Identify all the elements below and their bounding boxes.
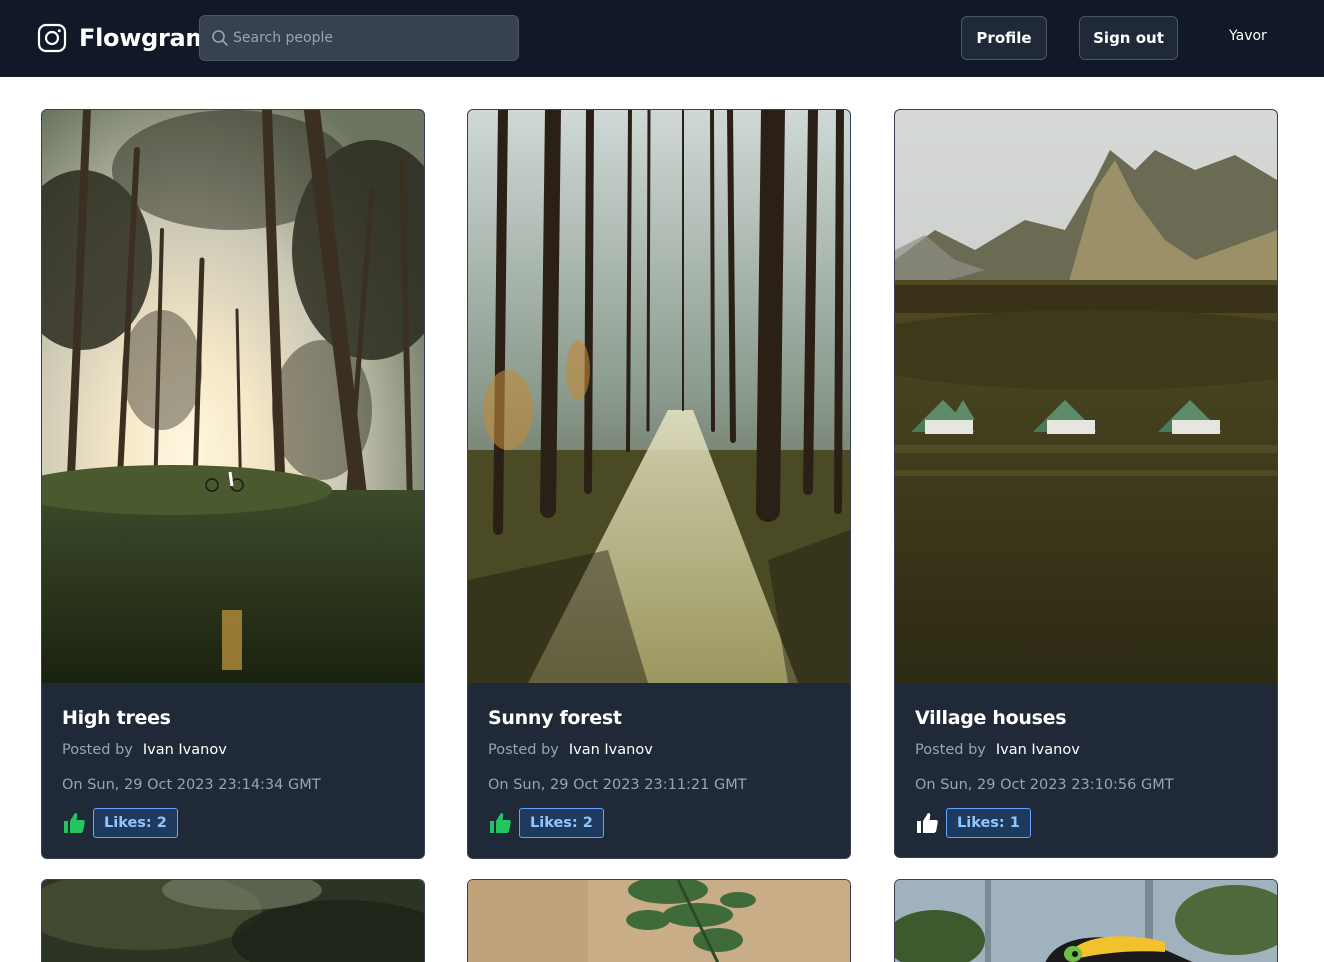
post-author-link[interactable]: Ivan Ivanov xyxy=(569,742,653,758)
search-input[interactable] xyxy=(233,30,503,46)
post-author-link[interactable]: Ivan Ivanov xyxy=(996,742,1080,758)
posted-by: Posted by Ivan Ivanov xyxy=(62,742,227,758)
current-username: Yavor xyxy=(1229,28,1267,44)
post-image[interactable] xyxy=(468,880,851,962)
post-title[interactable]: High trees xyxy=(62,707,171,729)
post-card: Village houses Posted by Ivan Ivanov On S… xyxy=(894,109,1278,858)
posted-by-label: Posted by xyxy=(62,742,133,758)
post-card-partial xyxy=(41,879,425,962)
search-icon xyxy=(212,30,228,46)
post-image[interactable] xyxy=(42,880,425,962)
likes-count-badge: Likes: 2 xyxy=(519,808,604,838)
post-image[interactable] xyxy=(895,880,1278,962)
likes-count-badge: Likes: 2 xyxy=(93,808,178,838)
thumbs-up-icon[interactable] xyxy=(488,811,512,835)
posted-by-label: Posted by xyxy=(915,742,986,758)
post-card: Sunny forest Posted by Ivan Ivanov On Sun… xyxy=(467,109,851,859)
post-image[interactable] xyxy=(468,110,850,683)
thumbs-up-icon[interactable] xyxy=(62,811,86,835)
brand[interactable]: Flowgram xyxy=(37,22,210,54)
post-image[interactable] xyxy=(895,110,1277,683)
thumbs-up-icon[interactable] xyxy=(915,811,939,835)
instagram-camera-icon xyxy=(37,23,67,53)
posted-by: Posted by Ivan Ivanov xyxy=(488,742,653,758)
post-date: On Sun, 29 Oct 2023 23:11:21 GMT xyxy=(488,777,747,793)
top-navbar: Flowgram Profile Sign out Yavor xyxy=(0,0,1324,77)
post-date: On Sun, 29 Oct 2023 23:14:34 GMT xyxy=(62,777,321,793)
post-title[interactable]: Sunny forest xyxy=(488,707,622,729)
likes-count-badge: Likes: 1 xyxy=(946,808,1031,838)
profile-button[interactable]: Profile xyxy=(961,16,1047,60)
like-row: Likes: 1 xyxy=(915,808,1031,838)
post-date: On Sun, 29 Oct 2023 23:10:56 GMT xyxy=(915,777,1174,793)
post-card-partial xyxy=(894,879,1278,962)
post-card: High trees Posted by Ivan Ivanov On Sun, … xyxy=(41,109,425,859)
post-image[interactable] xyxy=(42,110,424,683)
like-row: Likes: 2 xyxy=(62,808,178,838)
search-box[interactable] xyxy=(199,15,519,61)
app-name: Flowgram xyxy=(79,24,211,52)
sign-out-button[interactable]: Sign out xyxy=(1079,16,1178,60)
posted-by-label: Posted by xyxy=(488,742,559,758)
posted-by: Posted by Ivan Ivanov xyxy=(915,742,1080,758)
like-row: Likes: 2 xyxy=(488,808,604,838)
post-card-partial xyxy=(467,879,851,962)
post-author-link[interactable]: Ivan Ivanov xyxy=(143,742,227,758)
post-title[interactable]: Village houses xyxy=(915,707,1067,729)
